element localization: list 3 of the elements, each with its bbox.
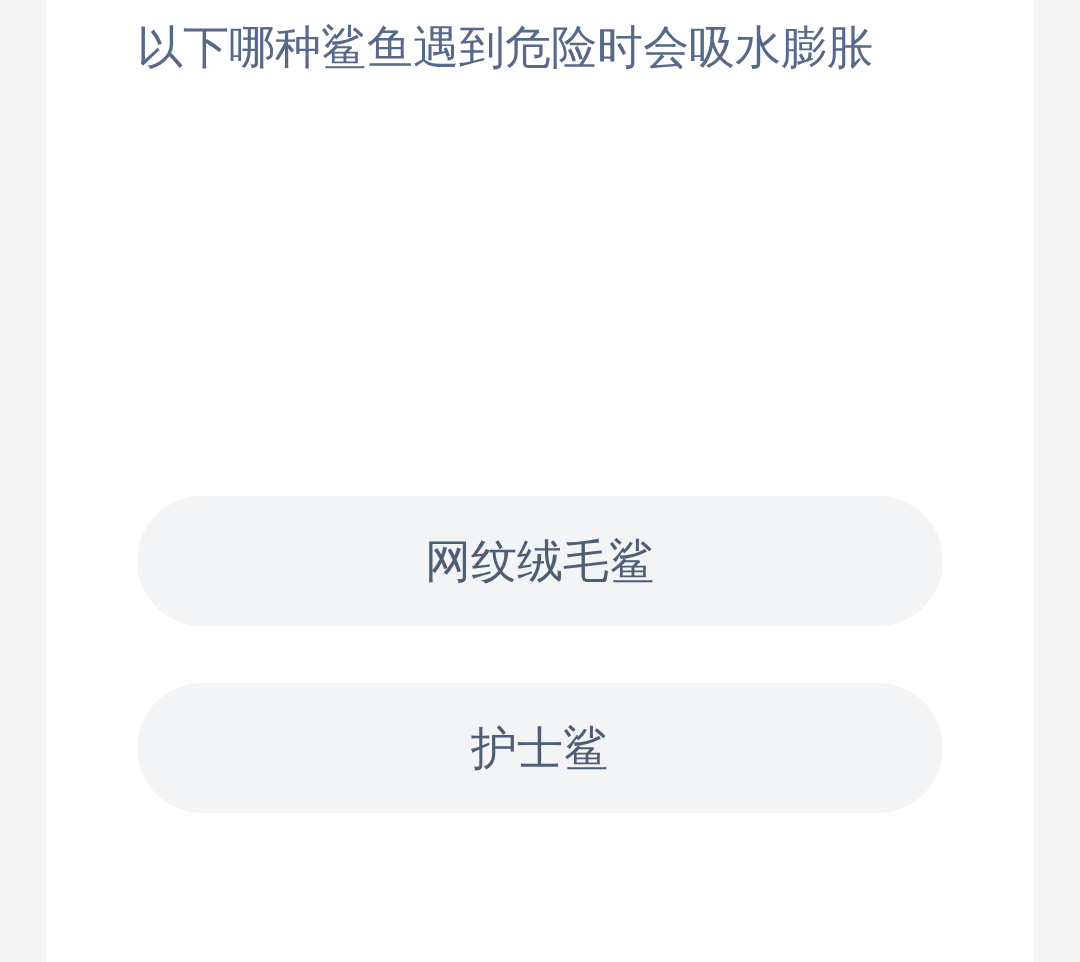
answer-option[interactable]: 护士鲨 [137, 683, 943, 813]
question-text: 以下哪种鲨鱼遇到危险时会吸水膨胀 [137, 19, 874, 76]
answer-option[interactable]: 网纹绒毛鲨 [137, 496, 943, 626]
